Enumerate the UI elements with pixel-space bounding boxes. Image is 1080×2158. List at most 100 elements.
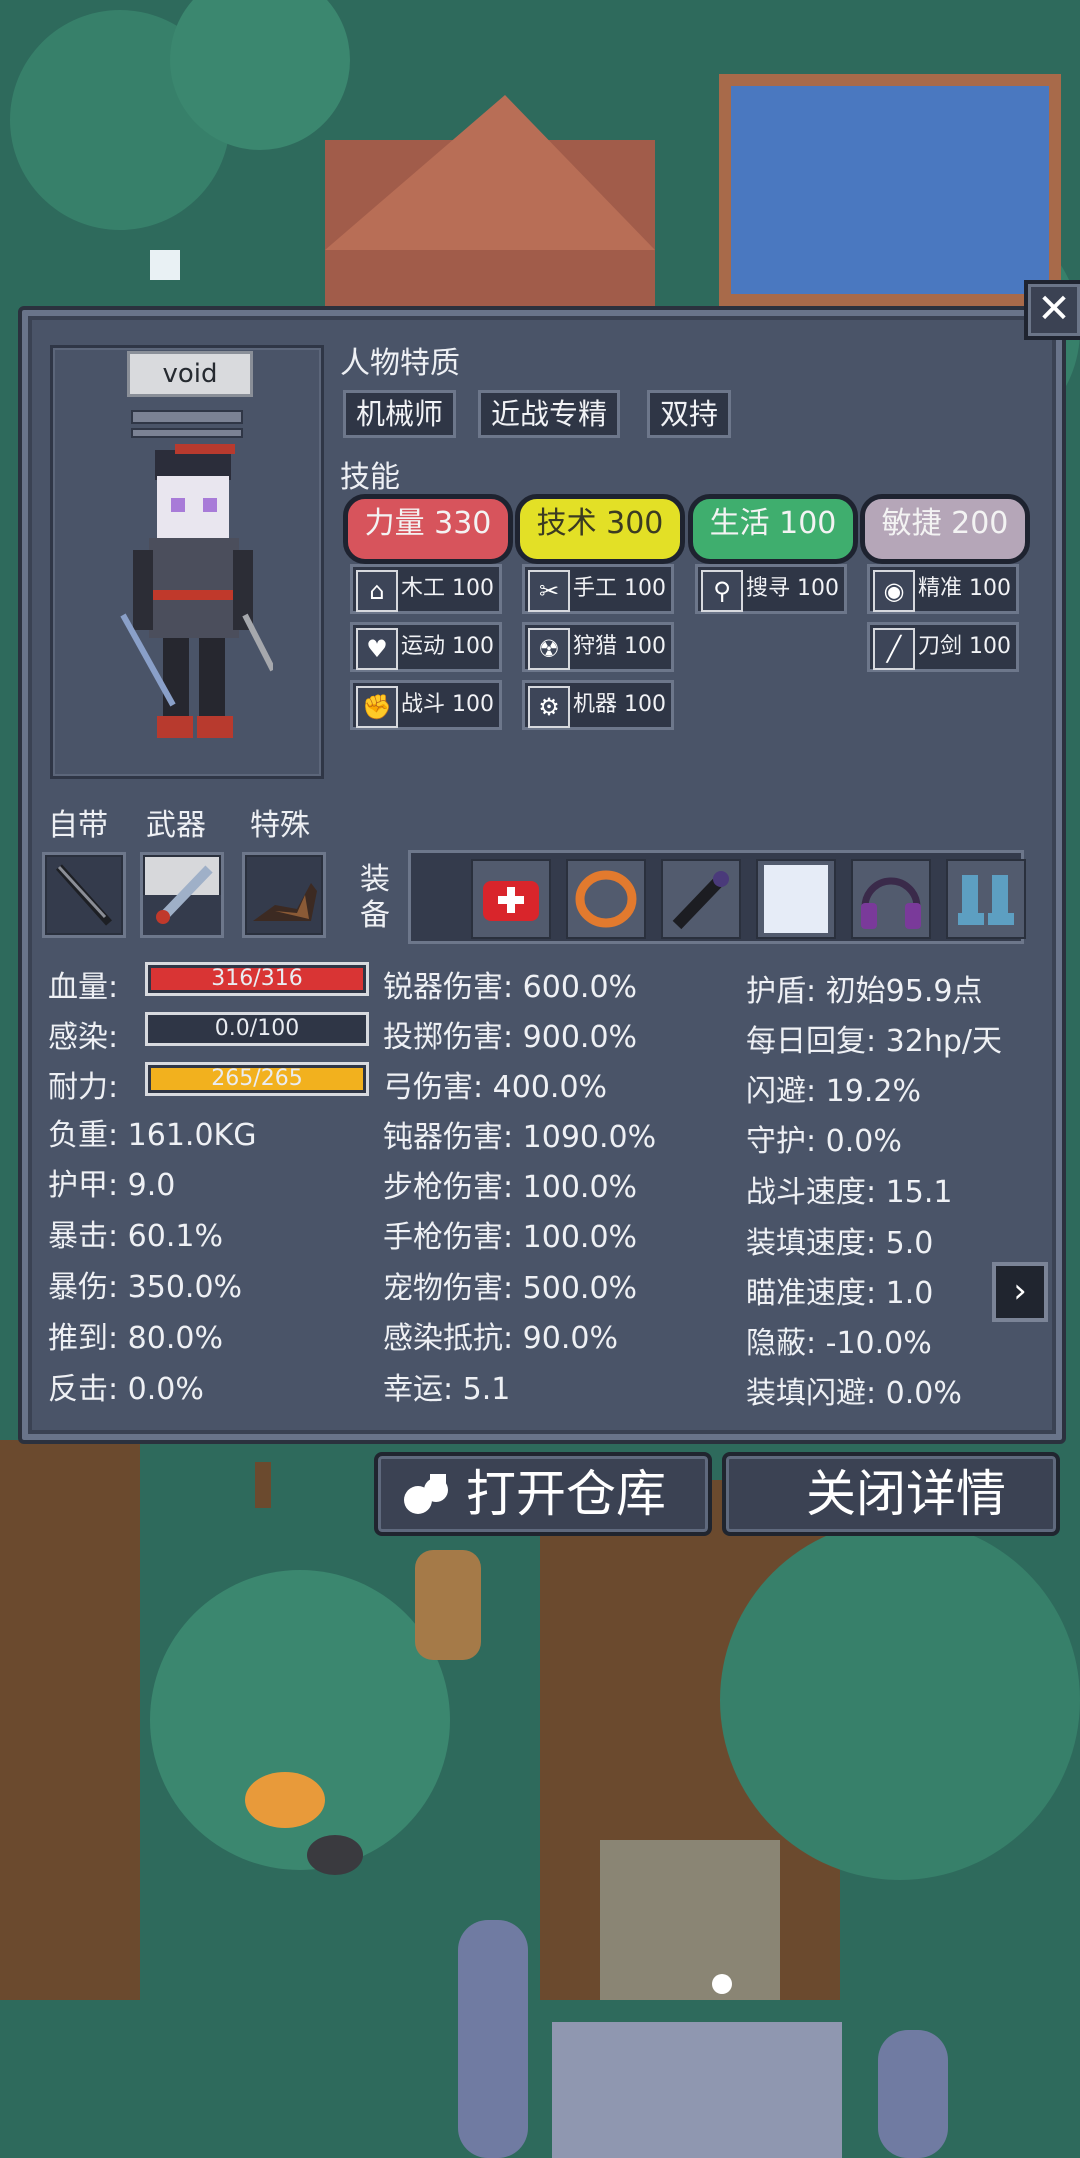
stat-throw-damage: 投掷伤害: 900.0%	[383, 1020, 638, 1055]
heart-icon: ♥	[356, 628, 398, 670]
eye-icon: ◉	[873, 570, 915, 612]
stat-rifle-damage: 步枪伤害: 100.0%	[383, 1170, 638, 1205]
skill-category-life[interactable]: 生活 100	[688, 494, 858, 564]
medkit-icon	[483, 881, 539, 921]
traits-title: 人物特质	[340, 346, 460, 381]
stat-knockdown: 推到: 80.0%	[48, 1321, 223, 1356]
corgi-dog	[245, 1772, 325, 1828]
gear-icon: ⚙	[528, 686, 570, 728]
blade-icon: ╱	[873, 628, 915, 670]
boots-icon	[958, 875, 1014, 925]
skill-combat[interactable]: ✊ 战斗 100	[350, 680, 502, 730]
stat-pet-damage: 宠物伤害: 500.0%	[383, 1271, 638, 1306]
shirt-icon	[764, 865, 828, 933]
stat-guard: 守护: 0.0%	[746, 1124, 902, 1159]
stat-reload-speed: 装填速度: 5.0	[746, 1226, 934, 1261]
stamina-bar: 265/265	[145, 1062, 369, 1096]
trait-mechanic[interactable]: 机械师	[343, 390, 457, 438]
name-bar-secondary	[131, 428, 243, 438]
skill-category-agility[interactable]: 敏捷 200	[860, 494, 1030, 564]
character-name: void	[127, 351, 253, 397]
name-bar	[131, 410, 243, 424]
fist-icon: ✊	[356, 686, 398, 728]
ring-icon	[575, 870, 637, 928]
next-page-chevron-icon[interactable]: ›	[992, 1262, 1048, 1322]
stamina-label: 耐力:	[48, 1070, 119, 1105]
stat-luck: 幸运: 5.1	[383, 1372, 511, 1407]
open-storage-button[interactable]: 打开仓库	[374, 1452, 712, 1536]
slot-label-special: 特殊	[250, 808, 310, 843]
sword-icon	[56, 864, 112, 926]
stat-crit-rate: 暴击: 60.1%	[48, 1219, 223, 1254]
stat-crit-damage: 暴伤: 350.0%	[48, 1270, 243, 1305]
stat-reload-dodge: 装填闪避: 0.0%	[746, 1376, 962, 1411]
box-icon	[150, 250, 180, 280]
equipment-strip	[408, 850, 1026, 944]
skill-carpentry[interactable]: ⌂ 木工 100	[350, 564, 502, 614]
stat-infection-resist: 感染抵抗: 90.0%	[383, 1321, 618, 1356]
equip-slot-boots[interactable]	[946, 859, 1026, 939]
skill-category-tech[interactable]: 技术 300	[515, 494, 685, 564]
storage-bag-icon	[404, 1474, 448, 1514]
equip-slot-ring[interactable]	[566, 859, 646, 939]
stat-stealth: 隐蔽: -10.0%	[746, 1326, 932, 1361]
stat-pistol-damage: 手枪伤害: 100.0%	[383, 1220, 638, 1255]
infection-label: 感染:	[48, 1020, 119, 1055]
stat-shield: 护盾: 初始95.9点	[746, 974, 983, 1009]
skill-hunting[interactable]: ☢ 狩猎 100	[522, 622, 674, 672]
hp-label: 血量:	[48, 970, 119, 1005]
equip-slot-medkit[interactable]	[471, 859, 551, 939]
equip-slot-flashlight[interactable]	[661, 859, 741, 939]
glass-house	[725, 80, 1055, 300]
barrel	[415, 1550, 481, 1660]
equipment-label: 装备	[360, 862, 390, 933]
stat-blunt-damage: 钝器伤害: 1090.0%	[383, 1120, 657, 1155]
stone-stairs	[552, 2022, 842, 2158]
stat-sharp-damage: 锐器伤害: 600.0%	[383, 970, 638, 1005]
close-icon[interactable]: ✕	[1024, 280, 1080, 340]
builtin-slot[interactable]	[42, 852, 126, 938]
equip-slot-headphones[interactable]	[851, 859, 931, 939]
stone-pillar-left	[458, 1920, 528, 2158]
close-details-button[interactable]: 关闭详情	[722, 1452, 1060, 1536]
radiation-icon: ☢	[528, 628, 570, 670]
skill-foraging[interactable]: ⚲ 搜寻 100	[695, 564, 847, 614]
stat-counter: 反击: 0.0%	[48, 1372, 204, 1407]
stat-dodge: 闪避: 19.2%	[746, 1074, 921, 1109]
stat-armor: 护甲: 9.0	[48, 1168, 176, 1203]
skill-athletics[interactable]: ♥ 运动 100	[350, 622, 502, 672]
headphones-icon	[861, 877, 921, 929]
weapon-slot[interactable]	[140, 852, 224, 938]
chainsaw-sword-icon	[143, 865, 221, 935]
slot-label-builtin: 自带	[48, 808, 108, 843]
black-cat	[307, 1835, 363, 1875]
slot-label-weapon: 武器	[146, 808, 206, 843]
magnifier-icon: ⚲	[701, 570, 743, 612]
stat-aim-speed: 瞄准速度: 1.0	[746, 1276, 934, 1311]
character-portrait-frame: void	[50, 345, 324, 779]
skills-title: 技能	[340, 460, 400, 495]
trait-dual-wield[interactable]: 双持	[647, 390, 732, 438]
stat-daily-regen: 每日回复: 32hp/天	[746, 1024, 1002, 1059]
stat-bow-damage: 弓伤害: 400.0%	[383, 1070, 608, 1105]
character-sprite	[120, 444, 273, 738]
special-slot[interactable]	[242, 852, 326, 938]
scissors-icon: ✂	[528, 570, 570, 612]
hp-bar: 316/316	[145, 962, 369, 996]
pet-dog-icon	[253, 883, 317, 921]
stat-weight: 负重: 161.0KG	[48, 1118, 257, 1153]
skill-machinery[interactable]: ⚙ 机器 100	[522, 680, 674, 730]
skill-category-strength[interactable]: 力量 330	[343, 494, 513, 564]
trait-melee-specialist[interactable]: 近战专精	[478, 390, 621, 438]
skill-crafting[interactable]: ✂ 手工 100	[522, 564, 674, 614]
skill-blades[interactable]: ╱ 刀剑 100	[867, 622, 1019, 672]
stone-pillar-right	[878, 2030, 948, 2158]
house-icon: ⌂	[356, 570, 398, 612]
skill-precision[interactable]: ◉ 精准 100	[867, 564, 1019, 614]
dirt-path-left	[0, 1440, 140, 2000]
stat-attack-speed: 战斗速度: 15.1	[746, 1175, 953, 1210]
equip-slot-shirt[interactable]	[756, 859, 836, 939]
location-marker-icon	[712, 1974, 732, 1994]
flashlight-icon	[672, 871, 729, 930]
infection-bar: 0.0/100	[145, 1012, 369, 1046]
